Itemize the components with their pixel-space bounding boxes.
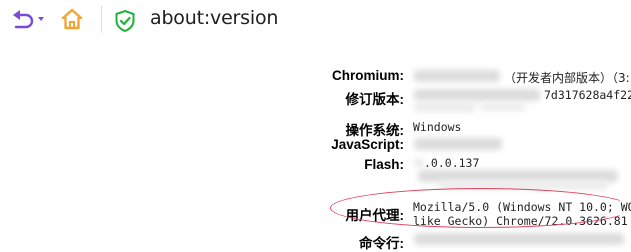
javascript-label: JavaScript:	[331, 137, 404, 152]
redacted-flash-prefix	[414, 158, 424, 168]
highlight-ellipse	[330, 188, 631, 228]
toolbar-separator	[101, 6, 102, 33]
chromium-label: Chromium:	[332, 68, 404, 83]
revision-value: 7d317628a4f22	[544, 88, 631, 102]
shield-check-icon[interactable]	[113, 9, 137, 33]
redacted-command-line	[414, 233, 624, 245]
redacted-revision-hash	[414, 89, 540, 101]
os-label: 操作系统:	[345, 123, 405, 138]
undo-back-icon	[13, 10, 44, 29]
os-value: Windows	[413, 120, 462, 134]
flash-label: Flash:	[364, 157, 404, 172]
browser-toolbar: about:version	[0, 0, 631, 39]
redacted-revision-ref-2	[480, 103, 526, 111]
address-bar[interactable]: about:version	[150, 7, 278, 29]
home-icon	[61, 8, 83, 30]
chevron-down-icon	[38, 17, 44, 21]
home-button[interactable]	[56, 5, 88, 33]
redacted-chromium-version	[414, 70, 500, 82]
flash-value: .0.0.137	[424, 156, 480, 170]
revision-label: 修订版本:	[345, 92, 405, 107]
redacted-revision-ref	[414, 102, 476, 112]
back-button[interactable]	[4, 5, 50, 33]
redacted-javascript-version	[414, 138, 502, 150]
chromium-value: （开发者内部版本）（3:	[504, 71, 630, 85]
command-line-label: 命令行:	[359, 236, 404, 251]
